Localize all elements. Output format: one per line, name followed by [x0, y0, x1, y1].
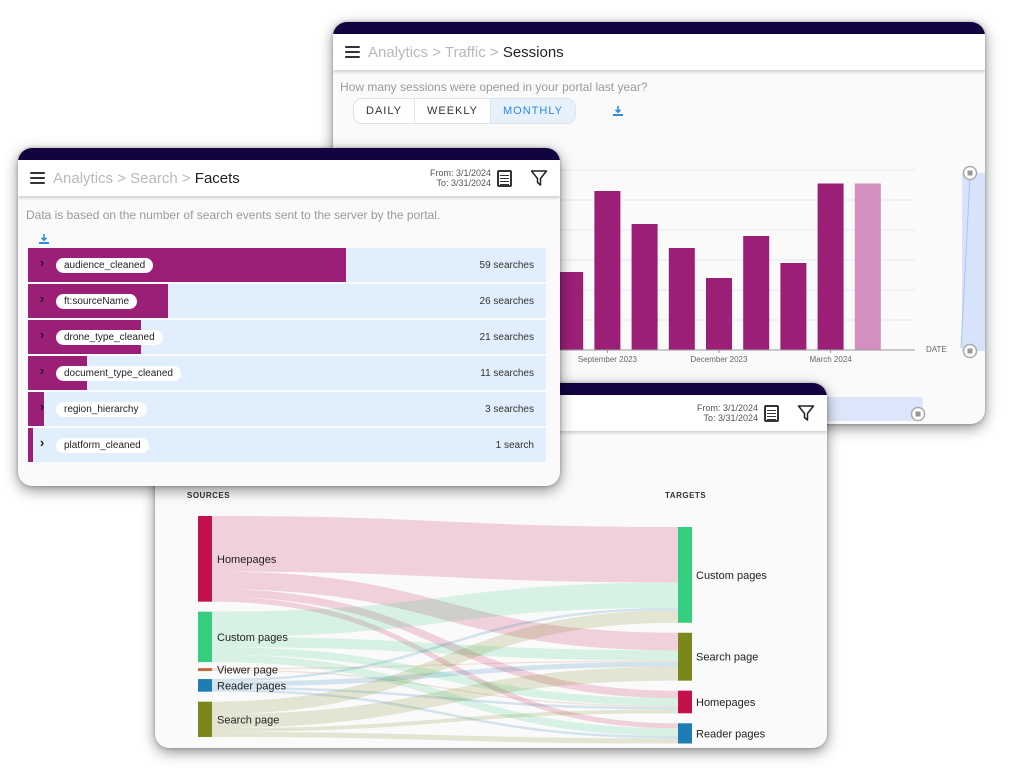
facet-list: › audience_cleaned 59 searches › ft:sourceNa…	[18, 248, 560, 462]
facet-count: 1 search	[495, 439, 534, 451]
target-node[interactable]	[678, 690, 692, 714]
menu-icon[interactable]	[30, 172, 45, 184]
facet-count: 3 searches	[485, 403, 534, 415]
chevron-right-icon[interactable]: ›	[28, 255, 56, 270]
facet-name: drone_type_cleaned	[56, 329, 163, 345]
handle-grip-icon	[915, 411, 921, 417]
facet-row[interactable]: › document_type_cleaned 11 searches	[28, 356, 546, 390]
x-axis-label: DATE	[926, 345, 947, 354]
target-node[interactable]	[678, 632, 692, 681]
bar	[780, 263, 807, 350]
facet-row[interactable]: › ft:sourceName 26 searches	[28, 284, 546, 318]
breadcrumb-current: Facets	[194, 169, 240, 187]
download-icon[interactable]	[38, 233, 50, 245]
download-icon[interactable]	[612, 105, 624, 117]
breadcrumb: Analytics > Traffic > Sessions	[368, 44, 564, 61]
breadcrumb-current: Sessions	[502, 43, 564, 61]
menu-icon[interactable]	[345, 46, 360, 58]
granularity-daily[interactable]: DAILY	[354, 99, 415, 123]
breadcrumb-separator: >	[113, 169, 131, 187]
sessions-header: Analytics > Traffic > Sessions	[333, 34, 985, 70]
breadcrumb-traffic[interactable]: Traffic	[445, 44, 486, 61]
sessions-question: How many sessions were opened in your po…	[340, 80, 648, 94]
breadcrumb-separator: >	[177, 169, 195, 187]
bar	[817, 183, 844, 350]
calendar-icon[interactable]	[764, 404, 779, 422]
source-label: Homepages	[217, 554, 277, 566]
facet-row[interactable]: › region_hierarchy 3 searches	[28, 392, 546, 426]
date-range[interactable]: From: 3/1/2024 To: 3/31/2024	[430, 168, 491, 188]
source-node[interactable]	[198, 668, 212, 672]
facet-name: document_type_cleaned	[56, 365, 181, 381]
x-tick-label: March 2024	[809, 355, 852, 364]
facet-row[interactable]: › platform_cleaned 1 search	[28, 428, 546, 462]
x-tick-label: December 2023	[691, 355, 748, 364]
breadcrumb-separator: >	[485, 43, 503, 61]
source-label: Viewer page	[217, 665, 278, 677]
date-from: From: 3/1/2024	[429, 168, 491, 178]
date-to: To: 3/31/2024	[703, 413, 758, 423]
chevron-right-icon[interactable]: ›	[28, 435, 56, 450]
handle-grip-icon	[967, 348, 973, 354]
granularity-monthly[interactable]: MONTHLY	[491, 99, 575, 123]
filter-icon[interactable]	[530, 169, 548, 187]
date-from: From: 3/1/2024	[696, 403, 758, 413]
target-label: Search page	[696, 652, 758, 664]
facets-description: Data is based on the number of search ev…	[26, 208, 441, 222]
facet-count: 11 searches	[480, 367, 534, 379]
bar	[743, 236, 770, 350]
bar	[631, 224, 658, 350]
target-node[interactable]	[678, 527, 692, 623]
filter-icon[interactable]	[797, 404, 815, 422]
breadcrumb-separator: >	[428, 43, 445, 61]
chevron-right-icon[interactable]: ›	[28, 327, 56, 342]
source-label: Reader pages	[217, 680, 287, 692]
card-topbar	[18, 148, 560, 160]
facet-name: platform_cleaned	[56, 437, 149, 453]
facets-card: Analytics > Search > Facets From: 3/1/20…	[18, 148, 560, 486]
target-label: Reader pages	[696, 728, 766, 740]
breadcrumb: Analytics > Search > Facets	[53, 170, 240, 187]
x-tick-label: September 2023	[578, 355, 638, 364]
calendar-icon[interactable]	[497, 169, 512, 187]
bar	[594, 191, 621, 350]
granularity-weekly[interactable]: WEEKLY	[415, 99, 492, 123]
chevron-right-icon[interactable]: ›	[28, 399, 56, 414]
facet-row[interactable]: › drone_type_cleaned 21 searches	[28, 320, 546, 354]
bar	[706, 278, 732, 350]
chevron-right-icon[interactable]: ›	[28, 291, 56, 306]
facet-name: ft:sourceName	[56, 293, 138, 309]
bar	[668, 248, 695, 350]
source-label: Search page	[217, 714, 279, 726]
facet-name: audience_cleaned	[56, 257, 154, 273]
source-node[interactable]	[198, 701, 212, 737]
facet-row[interactable]: › audience_cleaned 59 searches	[28, 248, 546, 282]
bar	[854, 183, 881, 350]
sankey-link[interactable]	[211, 516, 679, 583]
source-node[interactable]	[198, 679, 212, 692]
bar	[557, 272, 584, 350]
facet-count: 21 searches	[479, 331, 534, 343]
granularity-toggle: DAILY WEEKLY MONTHLY	[353, 98, 576, 124]
date-range[interactable]: From: 3/1/2024 To: 3/31/2024	[697, 403, 758, 423]
facet-count: 59 searches	[479, 259, 534, 271]
breadcrumb-analytics[interactable]: Analytics	[53, 170, 113, 187]
handle-grip-icon	[967, 170, 973, 176]
source-node[interactable]	[198, 611, 212, 663]
facets-header: Analytics > Search > Facets From: 3/1/20…	[18, 160, 560, 196]
horizontal-slider-track	[823, 397, 923, 421]
date-to: To: 3/31/2024	[436, 178, 491, 188]
chevron-right-icon[interactable]: ›	[28, 363, 56, 378]
target-label: Homepages	[696, 697, 756, 709]
card-topbar	[333, 22, 985, 34]
target-label: Custom pages	[696, 570, 767, 582]
breadcrumb-search[interactable]: Search	[130, 170, 178, 187]
target-node[interactable]	[678, 723, 692, 744]
source-node[interactable]	[198, 516, 212, 602]
facet-name: region_hierarchy	[56, 401, 147, 417]
facet-count: 26 searches	[479, 295, 534, 307]
breadcrumb-analytics[interactable]: Analytics	[368, 44, 428, 61]
source-label: Custom pages	[217, 632, 288, 644]
